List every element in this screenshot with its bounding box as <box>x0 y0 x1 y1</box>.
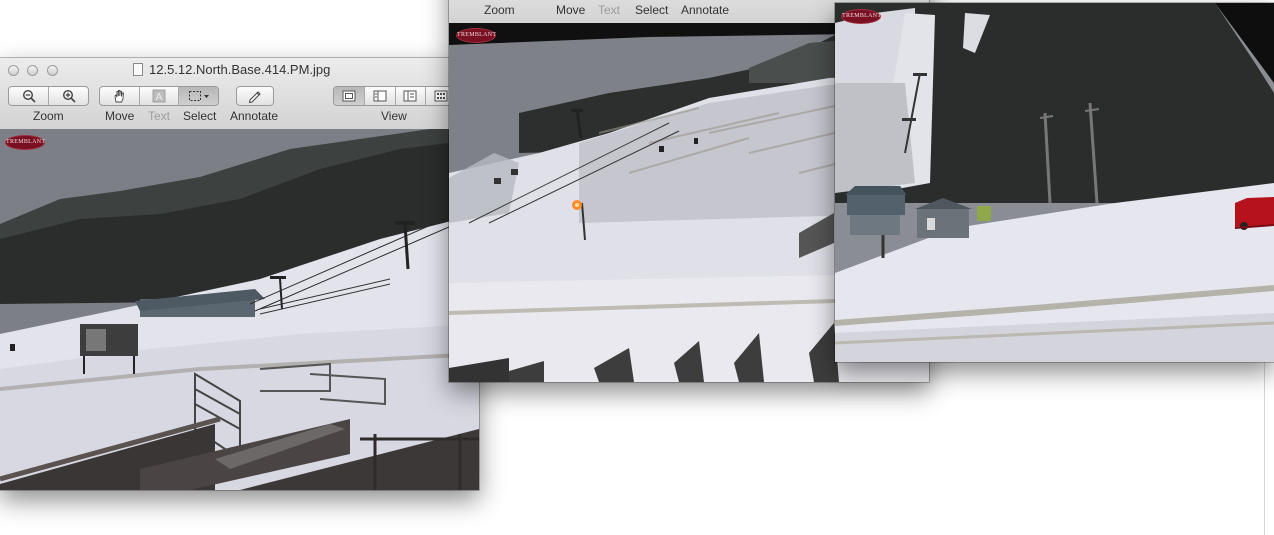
tool-mode-control: A <box>99 86 219 106</box>
preview-window-left[interactable]: 12.5.12.North.Base.414.PM.jpg Zoom A Mov… <box>0 58 479 490</box>
zoom-out-button[interactable] <box>9 87 49 105</box>
annotate-segment[interactable] <box>237 87 273 105</box>
zoom-in-button[interactable] <box>49 87 88 105</box>
view-thumbnails-button[interactable] <box>365 87 396 105</box>
zoom-in-icon <box>62 89 76 103</box>
select-label: Select <box>635 3 669 17</box>
zoom-label: Zoom <box>484 3 515 17</box>
close-window-button[interactable] <box>8 65 19 76</box>
zoom-out-icon <box>22 89 36 103</box>
view-content-only-button[interactable] <box>334 87 365 105</box>
annotate-label: Annotate <box>230 109 279 123</box>
move-label: Move <box>556 3 586 17</box>
zoom-window-button[interactable] <box>47 65 58 76</box>
tremblant-logo: TREMBLANT <box>456 28 496 43</box>
tremblant-logo: TREMBLANT <box>841 9 881 24</box>
view-label: View <box>381 109 407 123</box>
move-label: Move <box>105 109 135 123</box>
thumbnails-view-icon <box>373 90 387 102</box>
toc-view-icon <box>403 90 417 102</box>
marquee-select-icon <box>188 91 209 101</box>
view-toc-button[interactable] <box>396 87 427 105</box>
select-tool-button[interactable] <box>179 87 218 105</box>
window-toolbar: 12.5.12.North.Base.414.PM.jpg Zoom A Mov… <box>0 58 479 130</box>
window-title: 12.5.12.North.Base.414.PM.jpg <box>149 62 331 77</box>
zoom-control <box>8 86 89 106</box>
pencil-icon <box>248 91 261 103</box>
minimize-window-button[interactable] <box>27 65 38 76</box>
view-mode-control <box>333 86 457 106</box>
svg-text:A: A <box>156 92 163 103</box>
text-label: Text <box>148 109 171 123</box>
tremblant-logo: TREMBLANT <box>5 135 45 150</box>
zoom-label: Zoom <box>33 109 64 123</box>
webcam-image-north-base: TREMBLANT <box>0 129 479 490</box>
annotate-button[interactable] <box>236 86 274 106</box>
annotate-label: Annotate <box>681 3 730 17</box>
select-label: Select <box>183 109 217 123</box>
background-edge-line <box>1264 362 1265 535</box>
webcam-image-chairlift-base: TREMBLANT <box>835 3 1274 362</box>
text-tool-button[interactable]: A <box>140 87 180 105</box>
document-icon <box>133 63 143 76</box>
preview-window-right[interactable]: TREMBLANT <box>835 3 1274 362</box>
move-tool-button[interactable] <box>100 87 140 105</box>
content-view-icon <box>342 90 356 102</box>
text-label: Text <box>598 3 621 17</box>
contact-sheet-icon <box>434 90 448 102</box>
hand-icon <box>114 90 125 103</box>
text-icon: A <box>152 89 166 103</box>
